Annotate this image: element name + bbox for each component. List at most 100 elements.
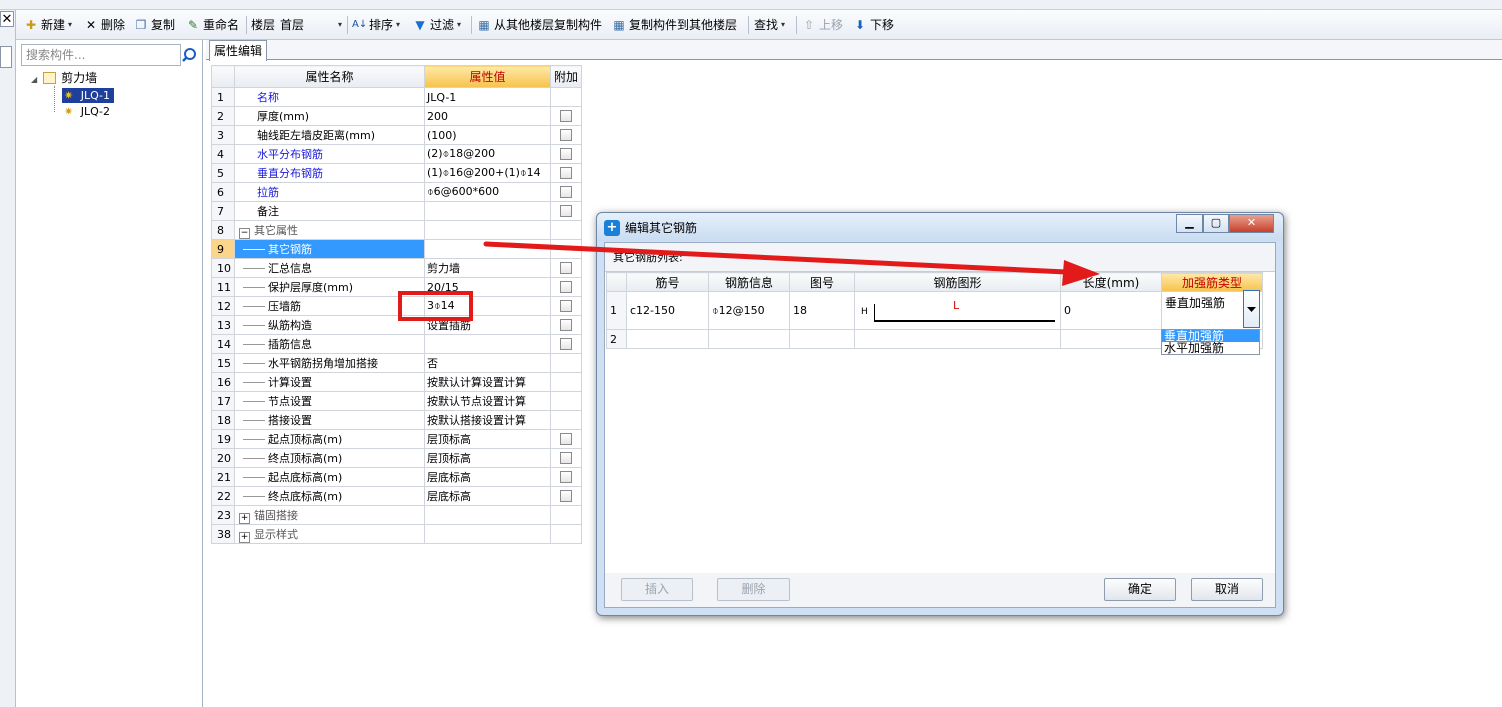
bar-no-cell[interactable]: c12-150 [626,291,709,330]
table-row[interactable]: 1 c12-150 ⌽12@150 18 H L 0 垂直加强筋 [606,291,1263,330]
copy-from-floor-button[interactable]: ▦ 从其他楼层复制构件 [477,16,602,34]
table-row[interactable]: 5 垂直分布钢筋 (1)⌽16@200+(1)⌽14 [211,163,582,183]
property-value[interactable]: 层底标高 [424,486,551,506]
table-row[interactable]: 8− 其它属性 [211,220,582,240]
table-row[interactable]: 3 轴线距左墙皮距离(mm) (100) [211,125,582,145]
table-row[interactable]: 38 + 显示样式 [211,524,582,544]
search-input[interactable]: 搜索构件... [21,44,181,66]
property-value[interactable]: (100) [424,125,551,145]
property-value[interactable]: (1)⌽16@200+(1)⌽14 [424,163,551,183]
table-row[interactable]: 6 拉筋 ⌽6@600*600 [211,182,582,202]
rename-button[interactable]: ✎ 重命名 [186,16,239,34]
property-value[interactable]: (2)⌽18@200 [424,144,551,164]
extra-checkbox[interactable] [560,471,572,483]
dropdown-option-vertical[interactable]: 垂直加强筋 [1162,330,1259,342]
extra-checkbox[interactable] [560,433,572,445]
ok-button[interactable]: 确定 [1104,578,1176,601]
property-value[interactable]: 按默认搭接设置计算 [424,410,551,430]
property-value[interactable]: 按默认节点设置计算 [424,391,551,411]
close-icon[interactable]: ✕ [1229,214,1274,233]
property-value[interactable]: 层顶标高 [424,429,551,449]
extra-checkbox[interactable] [560,186,572,198]
close-panel-icon[interactable]: ✕ [0,11,14,27]
property-value[interactable]: 剪力墙 [424,258,551,278]
table-row[interactable]: 14 插筋信息 [211,334,582,354]
dropdown-option-horizontal[interactable]: 水平加强筋 [1162,342,1259,354]
table-row[interactable]: 10 汇总信息 剪力墙 [211,258,582,278]
property-value[interactable] [424,334,551,354]
table-row[interactable]: 18 搭接设置 按默认搭接设置计算 [211,410,582,430]
extra-checkbox[interactable] [560,281,572,293]
tree-item-jlq-1[interactable]: ✷ JLQ-1 [62,88,115,103]
table-row-selected[interactable]: 9 其它钢筋 [211,239,582,259]
property-value[interactable]: 层底标高 [424,467,551,487]
copy-to-floor-icon: ▦ [613,18,625,32]
rebar-list-label: 其它钢筋列表: [613,251,683,264]
extra-checkbox[interactable] [560,338,572,350]
cancel-button[interactable]: 取消 [1191,578,1263,601]
find-button[interactable]: 查找 ▾ [754,16,785,34]
extra-checkbox[interactable] [560,300,572,312]
property-value[interactable] [424,201,551,221]
length-cell[interactable]: 0 [1060,291,1162,330]
insert-button[interactable]: 插入 [621,578,693,601]
extra-checkbox[interactable] [560,262,572,274]
shape-no-cell[interactable]: 18 [789,291,855,330]
table-row[interactable]: 16 计算设置 按默认计算设置计算 [211,372,582,392]
collapse-triangle-icon[interactable]: ◢ [31,75,37,84]
bar-info-cell[interactable]: ⌽12@150 [708,291,790,330]
expand-icon[interactable]: + [239,512,250,524]
extra-checkbox[interactable] [560,148,572,160]
extra-checkbox[interactable] [560,319,572,331]
table-row[interactable]: 21 起点底标高(m) 层底标高 [211,467,582,487]
move-down-button[interactable]: ⬇ 下移 [853,16,894,34]
collapse-icon[interactable]: − [239,227,250,239]
extra-checkbox[interactable] [560,129,572,141]
tab-property-edit[interactable]: 属性编辑 [209,40,267,61]
expand-icon[interactable]: + [239,531,250,543]
property-value[interactable]: 层顶标高 [424,448,551,468]
extra-checkbox[interactable] [560,452,572,464]
tree-item-jlq-2[interactable]: ✷ JLQ-2 [64,104,110,119]
copy-to-floor-button[interactable]: ▦ 复制构件到其他楼层 [612,16,737,34]
table-row[interactable]: 7 备注 [211,201,582,221]
new-button[interactable]: ✚ 新建 ▾ [24,16,72,34]
tree-root-item[interactable]: ◢ 剪力墙 [31,71,97,87]
table-row[interactable]: 15 水平钢筋拐角增加搭接否 [211,353,582,373]
property-value[interactable]: 否 [424,353,551,373]
reinforcement-type-dropdown-button[interactable] [1243,290,1260,328]
table-row[interactable]: 19 起点顶标高(m) 层顶标高 [211,429,582,449]
table-row[interactable]: 20 终点顶标高(m) 层顶标高 [211,448,582,468]
table-row[interactable]: 12 压墙筋 3⌽14 [211,296,582,316]
table-row[interactable]: 23 + 锚固搭接 [211,505,582,525]
table-row[interactable]: 22 终点底标高(m) 层底标高 [211,486,582,506]
panel-handle[interactable] [0,46,12,68]
table-row[interactable]: 2 厚度(mm) 200 [211,106,582,126]
extra-checkbox[interactable] [560,205,572,217]
sort-button[interactable]: A↓ 排序 ▾ [352,16,400,34]
extra-checkbox[interactable] [560,490,572,502]
property-value[interactable]: 200 [424,106,551,126]
table-row[interactable]: 13 纵筋构造 设置插筋 [211,315,582,335]
move-up-button[interactable]: ⇧ 上移 [802,16,843,34]
property-value[interactable]: 按默认计算设置计算 [424,372,551,392]
search-icon[interactable] [181,44,201,66]
property-value[interactable] [424,239,551,259]
delete-button[interactable]: ✕ 删除 [84,16,125,34]
table-row[interactable]: 4 水平分布钢筋 (2)⌽18@200 [211,144,582,164]
table-row[interactable]: 17 节点设置 按默认节点设置计算 [211,391,582,411]
shape-cell[interactable]: H L [854,291,1061,330]
extra-checkbox[interactable] [560,110,572,122]
table-row[interactable]: 11 保护层厚度(mm) 20/15 [211,277,582,297]
property-value[interactable]: JLQ-1 [424,87,551,107]
filter-button[interactable]: ▼ 过滤 ▾ [413,16,461,34]
table-row[interactable]: 1 名称 JLQ-1 [211,87,582,107]
minimize-icon[interactable]: ▁ [1176,214,1203,233]
maximize-icon[interactable]: ▢ [1203,214,1229,233]
extra-checkbox[interactable] [560,167,572,179]
property-value[interactable]: ⌽6@600*600 [424,182,551,202]
delete-row-button[interactable]: 删除 [717,578,790,601]
header-shape-no: 图号 [789,272,855,292]
copy-button[interactable]: ❐ 复制 [134,16,175,34]
floor-select[interactable]: 首层 ▾ [280,16,342,34]
